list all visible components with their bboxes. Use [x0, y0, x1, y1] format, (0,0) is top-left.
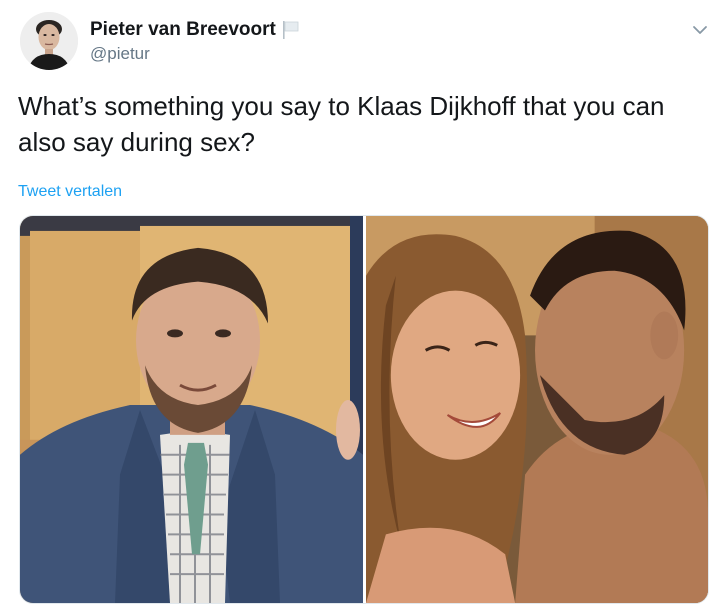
- photo-left[interactable]: [20, 216, 363, 603]
- avatar-image: [20, 12, 78, 70]
- display-name[interactable]: Pieter van Breevoort: [90, 19, 300, 41]
- display-name-text: Pieter van Breevoort: [90, 19, 276, 40]
- tweet-card: Pieter van Breevoort @pietur What’s some…: [0, 0, 728, 615]
- photo-right-image: [366, 216, 708, 603]
- media-grid: [19, 215, 709, 604]
- translate-tweet-link[interactable]: Tweet vertalen: [18, 183, 122, 201]
- photo-left-image: [20, 216, 363, 603]
- photo-right[interactable]: [366, 216, 708, 603]
- avatar[interactable]: [20, 12, 78, 70]
- user-handle[interactable]: @pietur: [90, 44, 150, 64]
- tweet-text: What’s something you say to Klaas Dijkho…: [18, 91, 665, 157]
- flag-icon: [282, 20, 300, 40]
- chevron-down-icon[interactable]: [688, 18, 712, 42]
